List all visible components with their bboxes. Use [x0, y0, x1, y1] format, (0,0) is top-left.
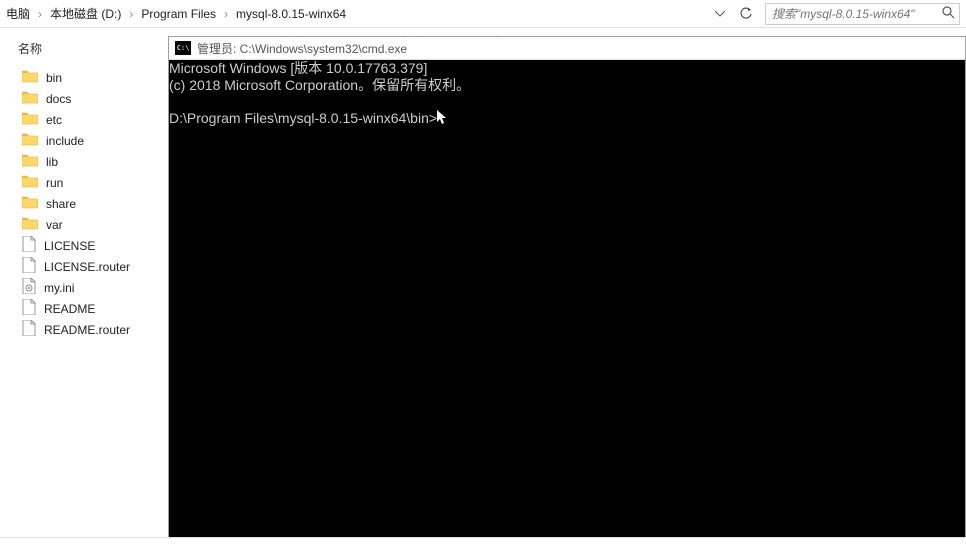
file-item[interactable]: README.router	[18, 319, 160, 340]
chevron-right-icon[interactable]: ›	[125, 7, 137, 21]
file-item[interactable]: etc	[18, 109, 160, 130]
file-item[interactable]: var	[18, 214, 160, 235]
folder-icon	[22, 153, 46, 170]
search-box[interactable]	[765, 3, 960, 25]
file-icon	[22, 320, 44, 339]
crumb-mysql[interactable]: mysql-8.0.15-winx64	[232, 7, 350, 21]
file-item[interactable]: lib	[18, 151, 160, 172]
cmd-prompt: D:\Program Files\mysql-8.0.15-winx64\bin…	[169, 110, 437, 126]
folder-icon	[22, 195, 46, 212]
cmd-icon: C:\	[175, 41, 191, 55]
chevron-right-icon[interactable]: ›	[220, 7, 232, 21]
file-item[interactable]: share	[18, 193, 160, 214]
file-icon	[22, 236, 44, 255]
crumb-pc[interactable]: 电脑	[2, 5, 34, 22]
file-item[interactable]: run	[18, 172, 160, 193]
file-name-label: docs	[46, 92, 71, 106]
file-name-label: lib	[46, 155, 58, 169]
file-icon	[22, 299, 44, 318]
file-item[interactable]: my.ini	[18, 277, 160, 298]
file-name-label: run	[46, 176, 63, 190]
folder-icon	[22, 111, 46, 128]
mouse-cursor-icon	[437, 110, 446, 124]
file-item[interactable]: LICENSE	[18, 235, 160, 256]
dropdown-history-button[interactable]	[707, 2, 733, 26]
file-name-label: README	[44, 302, 95, 316]
file-name-label: my.ini	[44, 281, 74, 295]
cmd-line-1: Microsoft Windows [版本 10.0.17763.379]	[169, 60, 427, 76]
search-icon[interactable]	[937, 5, 959, 22]
folder-icon	[22, 90, 46, 107]
file-icon	[22, 257, 44, 276]
file-item[interactable]: docs	[18, 88, 160, 109]
crumb-drive[interactable]: 本地磁盘 (D:)	[46, 5, 125, 22]
folder-icon	[22, 132, 46, 149]
file-item[interactable]: LICENSE.router	[18, 256, 160, 277]
file-name-label: var	[46, 218, 63, 232]
file-name-label: bin	[46, 71, 62, 85]
file-item[interactable]: README	[18, 298, 160, 319]
file-name-label: LICENSE.router	[44, 260, 130, 274]
file-item[interactable]: include	[18, 130, 160, 151]
crumb-progfiles[interactable]: Program Files	[137, 7, 220, 21]
folder-icon	[22, 69, 46, 86]
cmd-title-text: 管理员: C:\Windows\system32\cmd.exe	[197, 40, 407, 57]
explorer-toolbar: 电脑 › 本地磁盘 (D:) › Program Files › mysql-8…	[0, 0, 966, 28]
file-name-label: etc	[46, 113, 62, 127]
chevron-right-icon[interactable]: ›	[34, 7, 46, 21]
cmd-titlebar[interactable]: C:\ 管理员: C:\Windows\system32\cmd.exe	[169, 37, 965, 60]
folder-icon	[22, 174, 46, 191]
file-item[interactable]: bin	[18, 67, 160, 88]
ini-file-icon	[22, 278, 44, 297]
breadcrumb[interactable]: 电脑 › 本地磁盘 (D:) › Program Files › mysql-8…	[0, 0, 707, 27]
status-bar	[0, 537, 966, 559]
file-list: bin docs etc include lib run share var LICENSE LI…	[18, 67, 160, 340]
file-pane: 名称 bin docs etc include lib run share var LICENS…	[0, 28, 160, 559]
cmd-terminal[interactable]: Microsoft Windows [版本 10.0.17763.379] (c…	[169, 60, 965, 558]
file-name-label: LICENSE	[44, 239, 95, 253]
file-name-label: share	[46, 197, 76, 211]
folder-icon	[22, 216, 46, 233]
column-header-name[interactable]: 名称	[18, 36, 160, 67]
file-name-label: include	[46, 134, 84, 148]
cmd-window[interactable]: C:\ 管理员: C:\Windows\system32\cmd.exe Mic…	[168, 36, 966, 559]
search-input[interactable]	[766, 7, 937, 21]
cmd-line-2: (c) 2018 Microsoft Corporation。保留所有权利。	[169, 77, 470, 93]
refresh-button[interactable]	[733, 2, 759, 26]
file-name-label: README.router	[44, 323, 130, 337]
